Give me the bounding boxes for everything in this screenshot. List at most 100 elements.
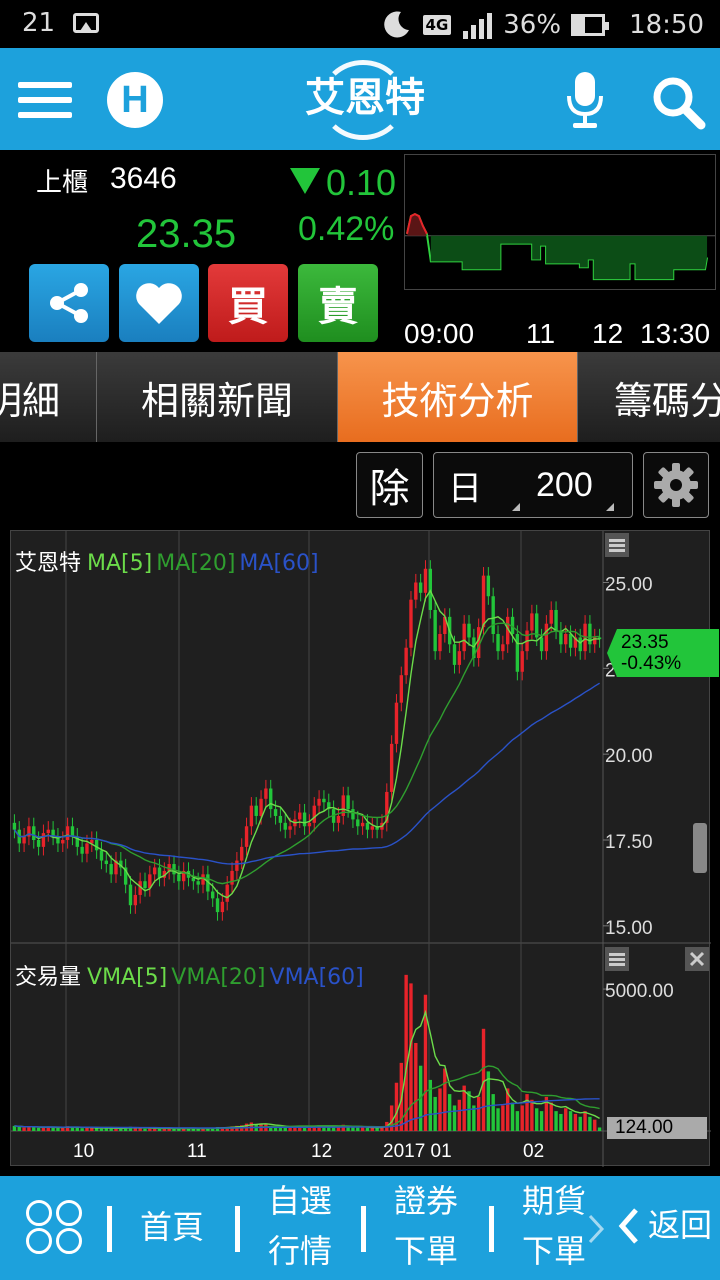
- volume-bar: [481, 1028, 486, 1131]
- volume-bar: [510, 1102, 515, 1131]
- legend-ma5: MA[5]: [87, 551, 153, 576]
- search-icon[interactable]: [650, 74, 706, 130]
- mini-axis-label: 12: [592, 318, 624, 349]
- legend-ma20: MA[20]: [156, 551, 236, 576]
- image-notification-icon: [73, 13, 100, 33]
- candle-body: [414, 582, 418, 600]
- apps-grid-icon[interactable]: [26, 1200, 84, 1256]
- favorite-button[interactable]: [119, 264, 199, 342]
- signal-icon: [463, 13, 493, 39]
- chevron-right-icon[interactable]: [586, 1214, 606, 1244]
- candle-body: [230, 870, 234, 885]
- volume-bar: [375, 1127, 379, 1131]
- menu-icon[interactable]: [18, 82, 72, 118]
- x-axis-label: 10: [73, 1141, 94, 1162]
- candle-body: [539, 637, 544, 652]
- tab-chip-analysis[interactable]: 籌碼分析: [578, 352, 720, 442]
- volume-panel-menu-icon[interactable]: [605, 947, 629, 971]
- stock-code: 3646: [110, 162, 177, 195]
- candle-body: [12, 822, 17, 830]
- volume-panel-close-icon[interactable]: [685, 947, 709, 971]
- candle-body: [360, 822, 365, 827]
- settings-button[interactable]: [643, 452, 709, 518]
- candle-body: [336, 815, 341, 823]
- volume-bar: [75, 1127, 79, 1131]
- dropdown-corner-icon: [606, 503, 614, 511]
- moon-icon: [383, 11, 409, 38]
- tag-price: 23.35: [621, 632, 669, 653]
- volume-bar: [535, 1108, 539, 1131]
- legend-stock-name: 艾恩特: [15, 551, 82, 576]
- ex-rights-button[interactable]: 除: [356, 452, 423, 518]
- candle-body: [244, 826, 249, 847]
- volume-bar: [564, 1108, 568, 1131]
- sell-button[interactable]: 賣: [298, 264, 378, 342]
- price-change: 0.10: [326, 162, 397, 203]
- app-bar: H 艾恩特: [0, 48, 720, 150]
- price-panel-menu-icon[interactable]: [605, 533, 629, 557]
- nav-watchlist[interactable]: 自選 行情: [258, 1176, 342, 1276]
- buy-button[interactable]: 買: [208, 264, 288, 342]
- candle-body: [99, 850, 104, 861]
- tab-details[interactable]: 明細: [0, 352, 97, 442]
- candle-body: [65, 826, 70, 840]
- volume-bar: [447, 1094, 452, 1131]
- candle-body: [41, 833, 46, 847]
- volume-bar: [515, 1111, 520, 1131]
- nav-home[interactable]: 首頁: [130, 1202, 214, 1252]
- chart-canvas[interactable]: 25.0022.5020.0017.5015.005000.0010111220…: [11, 531, 711, 1167]
- volume-bar: [583, 1111, 587, 1131]
- mini-axis-label: 09:00: [404, 318, 475, 349]
- nav-securities-order[interactable]: 證券 下單: [384, 1176, 468, 1276]
- period-value: 日: [448, 468, 482, 509]
- x-axis-label: 11: [187, 1141, 207, 1162]
- candle-body: [486, 575, 491, 597]
- x-axis-label: 2017 01: [383, 1141, 452, 1162]
- volume-bar: [133, 1128, 138, 1131]
- y-tick-label: 20.00: [605, 746, 653, 767]
- candle-body: [254, 805, 258, 816]
- share-button[interactable]: [29, 264, 109, 342]
- microphone-icon[interactable]: [565, 70, 605, 130]
- home-h-icon[interactable]: H: [107, 72, 163, 128]
- candle-body: [568, 634, 573, 648]
- nav-futures-order[interactable]: 期貨 下單: [512, 1176, 596, 1276]
- candle-body: [94, 840, 99, 851]
- bar-count-value: 200: [536, 465, 593, 504]
- candle-body: [530, 613, 534, 631]
- candle-body: [128, 884, 133, 906]
- candle-body: [544, 623, 549, 652]
- candle-body: [501, 644, 505, 652]
- volume-bar: [94, 1128, 99, 1131]
- app-title: 艾恩特: [290, 60, 440, 140]
- technical-chart[interactable]: 25.0022.5020.0017.5015.005000.0010111220…: [10, 530, 719, 1167]
- volume-bar: [597, 1127, 602, 1131]
- candle-body: [196, 881, 200, 885]
- candle-body: [225, 884, 229, 902]
- volume-bar: [438, 1088, 442, 1131]
- candle-body: [269, 788, 273, 810]
- legend-vma5: VMA[5]: [87, 965, 168, 990]
- volume-bar: [22, 1127, 26, 1131]
- legend-vma20: VMA[20]: [171, 965, 266, 990]
- candle-body: [491, 596, 495, 634]
- nav-divider: [489, 1206, 494, 1252]
- chart-scroll-handle[interactable]: [693, 823, 707, 873]
- volume-bar: [365, 1127, 370, 1131]
- intraday-mini-chart[interactable]: [404, 154, 716, 290]
- chevron-left-icon: [618, 1208, 638, 1244]
- candle-body: [404, 647, 408, 676]
- period-selector[interactable]: 日 200: [433, 452, 633, 518]
- candle-body: [104, 860, 108, 865]
- tab-technical-analysis[interactable]: 技術分析: [338, 352, 578, 442]
- network-type: 4G: [422, 15, 452, 35]
- candle-body: [259, 798, 263, 816]
- volume-bar: [443, 1068, 447, 1131]
- volume-bar: [457, 1099, 462, 1131]
- candle-body: [409, 599, 413, 648]
- candle-body: [370, 826, 374, 830]
- candle-body: [273, 809, 278, 816]
- candle-body: [515, 634, 520, 672]
- battery-percent: 36%: [503, 10, 562, 40]
- tab-related-news[interactable]: 相關新聞: [97, 352, 338, 442]
